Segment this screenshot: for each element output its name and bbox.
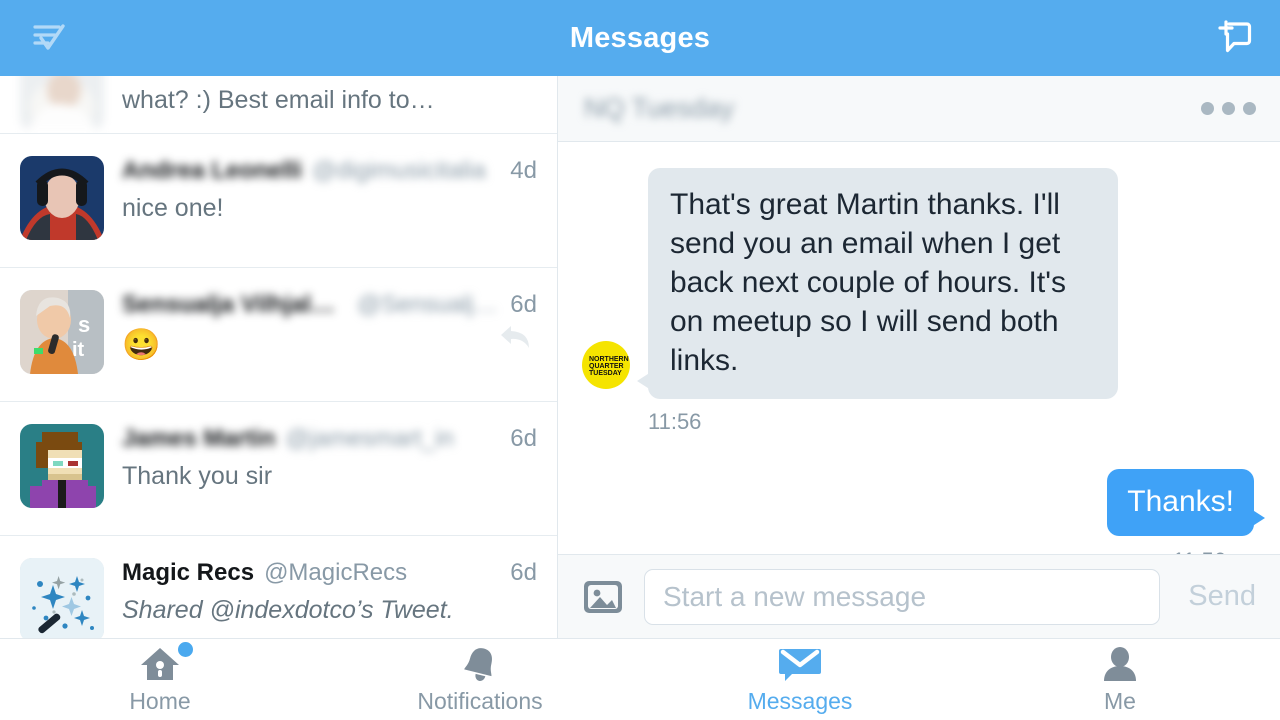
new-message-button[interactable] bbox=[1206, 12, 1258, 64]
conversation-handle: @Sensualja… bbox=[357, 291, 499, 318]
message-row-outgoing: Thanks! bbox=[576, 469, 1265, 536]
tab-notifications[interactable]: Notifications bbox=[320, 639, 640, 720]
conversation-name: James Martin bbox=[122, 425, 276, 452]
mark-all-read-icon bbox=[26, 14, 70, 63]
message-bubble[interactable]: That's great Martin thanks. I'll send yo… bbox=[637, 168, 1118, 399]
thread-title: NQ Tuesday bbox=[584, 93, 735, 123]
conversation-list-item[interactable]: James Martin @jamesmart_in 6d Thank you … bbox=[0, 402, 557, 536]
conversation-name: Magic Recs bbox=[122, 559, 255, 586]
photo-attachment-icon[interactable] bbox=[580, 574, 626, 620]
message-bubble[interactable]: Thanks! bbox=[1107, 469, 1265, 536]
conversation-header: Sensualja Vilhjalmsd. @Sensualja… 6d bbox=[122, 291, 537, 319]
conversation-name: Andrea Leonelli bbox=[122, 157, 303, 184]
mark-all-read-button[interactable] bbox=[22, 12, 74, 64]
message-row-incoming: NORTHERN QUARTER TUESDAY That's great Ma… bbox=[576, 168, 1254, 399]
compose-bar: Send bbox=[558, 554, 1280, 638]
northern-quarter-tuesday-avatar: NORTHERN QUARTER TUESDAY bbox=[576, 335, 636, 395]
person-icon bbox=[1100, 644, 1140, 684]
home-icon bbox=[138, 642, 193, 684]
svg-text:TUESDAY: TUESDAY bbox=[589, 370, 622, 377]
tab-label: Messages bbox=[747, 688, 853, 714]
conversation-list-item[interactable]: Magic Recs @MagicRecs 6d Shared @indexdo… bbox=[0, 536, 557, 638]
tab-home[interactable]: Home bbox=[0, 639, 320, 720]
message-timestamp: 11:56 bbox=[648, 409, 702, 434]
conversation-list-item[interactable]: s it Sensualja Vilhjalmsd. @Sensualja… 6… bbox=[0, 268, 557, 402]
conversation-preview: Thank you sir bbox=[122, 462, 273, 490]
tab-messages[interactable]: Messages bbox=[640, 639, 960, 720]
svg-text:s: s bbox=[78, 312, 90, 337]
tab-me[interactable]: Me bbox=[960, 639, 1280, 720]
conversation-timestamp: 6d bbox=[510, 291, 537, 318]
conversation-content: Andrea Leonelli @digimusicitalia 4d nice… bbox=[122, 156, 537, 223]
conversation-timestamp: 6d bbox=[510, 559, 537, 586]
more-options-icon[interactable] bbox=[1201, 102, 1256, 115]
conversation-content: Sensualja Vilhjalmsd. @Sensualja… 6d 😀 bbox=[122, 290, 537, 362]
tab-label: Home bbox=[129, 688, 191, 714]
tab-label: Me bbox=[1104, 688, 1136, 714]
conversation-handle: @digimusicitalia bbox=[312, 157, 486, 184]
conversation-preview: 😀 bbox=[122, 328, 161, 362]
svg-text:NORTHERN: NORTHERN bbox=[589, 356, 629, 363]
avatar bbox=[20, 424, 104, 508]
main-content: what? :) Best email info to… Andrea Leon… bbox=[0, 76, 1280, 638]
conversation-header: Magic Recs @MagicRecs 6d bbox=[122, 559, 537, 587]
avatar bbox=[20, 558, 104, 638]
thread-header: NQ Tuesday bbox=[558, 76, 1280, 142]
bell-icon bbox=[460, 644, 500, 684]
conversation-content: what? :) Best email info to… bbox=[122, 76, 537, 115]
conversation-preview: Shared @indexdotco’s Tweet. bbox=[122, 596, 454, 624]
bottom-tab-bar: Home Notifications Messages Me bbox=[0, 638, 1280, 720]
conversation-header: James Martin @jamesmart_in 6d bbox=[122, 425, 537, 453]
message-input[interactable] bbox=[644, 568, 1161, 625]
page-title: Messages bbox=[569, 21, 711, 54]
conversation-preview: what? :) Best email info to… bbox=[122, 86, 435, 114]
conversation-list-item[interactable]: what? :) Best email info to… bbox=[0, 76, 557, 134]
message-timestamp: 11:56 bbox=[576, 548, 1226, 554]
conversation-content: James Martin @jamesmart_in 6d Thank you … bbox=[122, 424, 537, 491]
messages-app: Messages what?:) Best email info to… An… bbox=[0, 0, 1280, 720]
conversation-content: Magic Recs @MagicRecs 6d Shared @indexdo… bbox=[122, 558, 537, 625]
app-header: Messages bbox=[0, 0, 1280, 76]
avatar bbox=[20, 156, 104, 240]
envelope-icon bbox=[777, 644, 823, 684]
avatar bbox=[20, 76, 104, 130]
conversation-list-item[interactable]: Andrea Leonelli @digimusicitalia 4d nice… bbox=[0, 134, 557, 268]
conversation-timestamp: 4d bbox=[510, 157, 537, 184]
svg-text:QUARTER: QUARTER bbox=[589, 363, 624, 370]
avatar: s it bbox=[20, 290, 104, 374]
conversation-handle: @jamesmart_in bbox=[285, 425, 454, 452]
conversation-handle: @MagicRecs bbox=[264, 559, 408, 586]
thread-messages: NORTHERN QUARTER TUESDAY That's great Ma… bbox=[558, 142, 1280, 554]
conversation-preview: nice one! bbox=[122, 194, 224, 222]
conversation-header: Andrea Leonelli @digimusicitalia 4d bbox=[122, 157, 537, 185]
conversation-name: Sensualja Vilhjalmsd. bbox=[122, 291, 348, 318]
home-badge-dot bbox=[178, 642, 193, 657]
conversation-list[interactable]: what? :) Best email info to… Andrea Leon… bbox=[0, 76, 558, 638]
message-thread: NQ Tuesday NORTHERN QUARTER TUESDAY That… bbox=[558, 76, 1280, 638]
reply-icon[interactable] bbox=[499, 322, 533, 355]
send-button[interactable]: Send bbox=[1178, 580, 1258, 613]
tab-label: Notifications bbox=[417, 688, 543, 714]
new-message-icon bbox=[1209, 15, 1255, 62]
conversation-timestamp: 6d bbox=[510, 425, 537, 452]
